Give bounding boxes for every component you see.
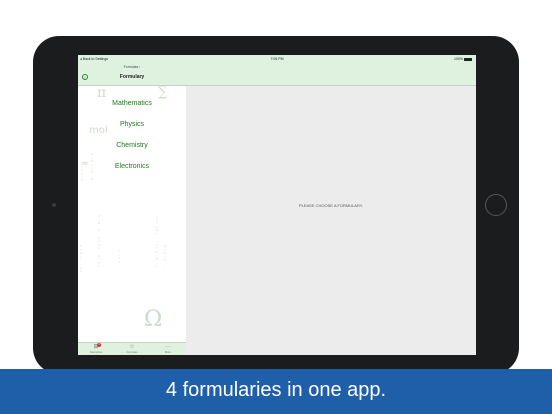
tab-formulas[interactable]: ☆ Formulas xyxy=(114,343,150,355)
caption-banner: 4 formularies in one app. xyxy=(0,369,552,414)
empty-state-message: PLEASE CHOOSE A FORMULARY. xyxy=(298,203,364,208)
sidebar-title: Formulary xyxy=(119,74,145,80)
formulas-back-link[interactable]: Formulas › xyxy=(78,65,186,69)
tab-favourites[interactable]: ⊞ Favourites 1 xyxy=(78,343,114,355)
sigma-decoration: ∑ xyxy=(158,85,168,100)
master-sidebar: Formulas › i Formulary π ∑ mol ≈ Ω v = s / t… xyxy=(78,55,187,355)
star-icon: ☆ xyxy=(129,344,135,350)
notification-badge: 1 xyxy=(97,343,101,347)
grid-icon: ⊞ xyxy=(93,344,99,350)
tab-bar: ⊞ Favourites 1 ☆ Formulas ··· More xyxy=(78,342,186,355)
formulary-item-chemistry[interactable]: Chemistry xyxy=(78,142,186,149)
front-camera xyxy=(52,203,56,207)
status-time: 7:05 PM xyxy=(270,57,284,61)
detail-pane: PLEASE CHOOSE A FORMULARY. xyxy=(186,55,476,355)
app-screen: Formulas › i Formulary π ∑ mol ≈ Ω v = s / t… xyxy=(78,55,476,355)
decorative-formula-column: ρ = m / V · · · xyxy=(164,244,166,274)
pi-decoration: π xyxy=(97,85,107,101)
formulary-item-mathematics[interactable]: Mathematics xyxy=(78,100,186,107)
battery-percent: 100% xyxy=(454,57,463,61)
battery-icon xyxy=(464,58,472,61)
decorative-formula-column: U = R · I · P = U I · Q = It · xyxy=(98,214,100,272)
home-button[interactable] xyxy=(485,194,507,216)
formulary-item-electronics[interactable]: Electronics xyxy=(78,163,186,170)
formulary-item-physics[interactable]: Physics xyxy=(78,121,186,128)
tab-label: Favourites xyxy=(89,351,103,354)
tab-label: More xyxy=(165,351,171,354)
battery-status: 100% xyxy=(454,55,472,64)
tab-label: Formulas xyxy=(126,351,138,354)
decorative-formula-column: E = m c ² · h f xyxy=(80,244,82,274)
omega-decoration: Ω xyxy=(144,307,163,332)
decorative-formula-column: F = m a · xyxy=(118,249,120,268)
more-icon: ··· xyxy=(165,344,171,350)
decorative-formula-column: p V = n R T · · n = m / M · c xyxy=(156,214,158,269)
status-bar: ◂ Back to Settings 7:05 PM 100% xyxy=(78,55,476,64)
caption-text: 4 formularies in one app. xyxy=(165,379,387,401)
tab-more[interactable]: ··· More xyxy=(150,343,186,355)
